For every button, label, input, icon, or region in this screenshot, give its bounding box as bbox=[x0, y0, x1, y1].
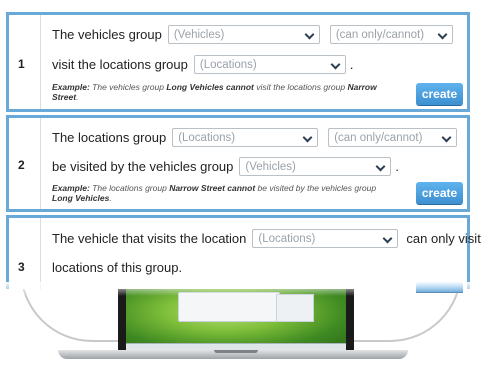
restriction-select[interactable]: (can only/cannot) bbox=[328, 128, 458, 147]
rule-period: . bbox=[395, 159, 400, 174]
example-text: . bbox=[109, 193, 112, 203]
rule-example: Example: The locations group Narrow Stre… bbox=[52, 183, 392, 203]
rule-line-1: The locations group (Locations) (can onl… bbox=[52, 128, 458, 147]
locations-group-select[interactable]: (Locations) bbox=[193, 55, 346, 74]
rule-text: visit the locations group bbox=[52, 57, 188, 72]
select-value: (Vehicles) bbox=[245, 160, 296, 173]
rule-text-end: can only visit bbox=[406, 231, 481, 246]
rule-number-column: 1 bbox=[9, 15, 41, 109]
example-text: be visited by the vehicles group bbox=[255, 183, 377, 193]
select-value: (Vehicles) bbox=[173, 28, 225, 41]
rule-number: 2 bbox=[18, 158, 25, 172]
chevron-down-icon bbox=[442, 133, 452, 143]
screen-side-window bbox=[276, 294, 314, 322]
rule-number-column: 3 bbox=[9, 218, 41, 289]
select-value: (Locations) bbox=[178, 131, 236, 144]
rule-number-column: 2 bbox=[9, 118, 41, 209]
rule-line-1: The vehicle that visits the location (Lo… bbox=[52, 229, 481, 248]
rule-number: 1 bbox=[18, 57, 25, 71]
example-label: Example: bbox=[52, 183, 90, 193]
vehicles-group-select[interactable]: (Vehicles) bbox=[167, 25, 320, 44]
example-text: . bbox=[76, 92, 79, 102]
chevron-down-icon bbox=[303, 133, 313, 143]
rule-line-2: visit the locations group (Locations) . bbox=[52, 55, 353, 74]
card-fade bbox=[0, 282, 482, 296]
chevron-down-icon bbox=[438, 30, 448, 40]
example-text: The vehicles group bbox=[89, 82, 167, 92]
rule-text: The vehicle that visits the location bbox=[52, 231, 247, 246]
screen-taskbar bbox=[126, 343, 346, 350]
chevron-down-icon bbox=[305, 30, 315, 40]
example-emphasis: Long Vehicles bbox=[52, 193, 110, 203]
rule-number: 3 bbox=[18, 260, 25, 274]
select-value: (Locations) bbox=[258, 232, 316, 245]
rule-text: The locations group bbox=[52, 130, 167, 145]
chevron-down-icon bbox=[376, 162, 386, 172]
select-value: (can only/cannot) bbox=[334, 131, 423, 144]
laptop-notch bbox=[214, 350, 258, 353]
chevron-down-icon bbox=[331, 60, 341, 70]
rule-text: locations of this group. bbox=[52, 260, 183, 275]
rule-example: Example: The vehicles group Long Vehicle… bbox=[52, 82, 392, 102]
locations-select[interactable]: (Locations) bbox=[252, 229, 399, 248]
rule-card-3: 3 The vehicle that visits the location (… bbox=[6, 215, 481, 292]
rule-line-2: be visited by the vehicles group (Vehicl… bbox=[52, 157, 399, 176]
create-button[interactable]: create bbox=[416, 182, 463, 204]
create-button[interactable]: create bbox=[416, 83, 463, 105]
locations-group-select[interactable]: (Locations) bbox=[172, 128, 319, 147]
rule-text: The vehicles group bbox=[52, 27, 162, 42]
rule-period: . bbox=[349, 57, 354, 72]
rule-line-2: locations of this group. bbox=[52, 260, 182, 275]
rule-text: be visited by the vehicles group bbox=[52, 159, 234, 174]
rule-card-1: 1 The vehicles group (Vehicles) (can onl… bbox=[6, 12, 470, 112]
select-value: (can only/cannot) bbox=[335, 28, 425, 41]
rule-card-2: 2 The locations group (Locations) (can o… bbox=[6, 115, 470, 212]
restriction-select[interactable]: (can only/cannot) bbox=[329, 25, 453, 44]
select-value: (Locations) bbox=[199, 58, 257, 71]
example-label: Example: bbox=[52, 82, 90, 92]
chevron-down-icon bbox=[383, 234, 393, 244]
example-text: visit the locations group bbox=[253, 82, 348, 92]
example-emphasis: Long Vehicles cannot bbox=[166, 82, 254, 92]
rule-line-1: The vehicles group (Vehicles) (can only/… bbox=[52, 25, 453, 44]
screen-app-window bbox=[178, 292, 280, 322]
vehicles-group-select[interactable]: (Vehicles) bbox=[239, 157, 392, 176]
example-emphasis: Narrow Street cannot bbox=[169, 183, 256, 193]
example-text: The locations group bbox=[89, 183, 170, 193]
